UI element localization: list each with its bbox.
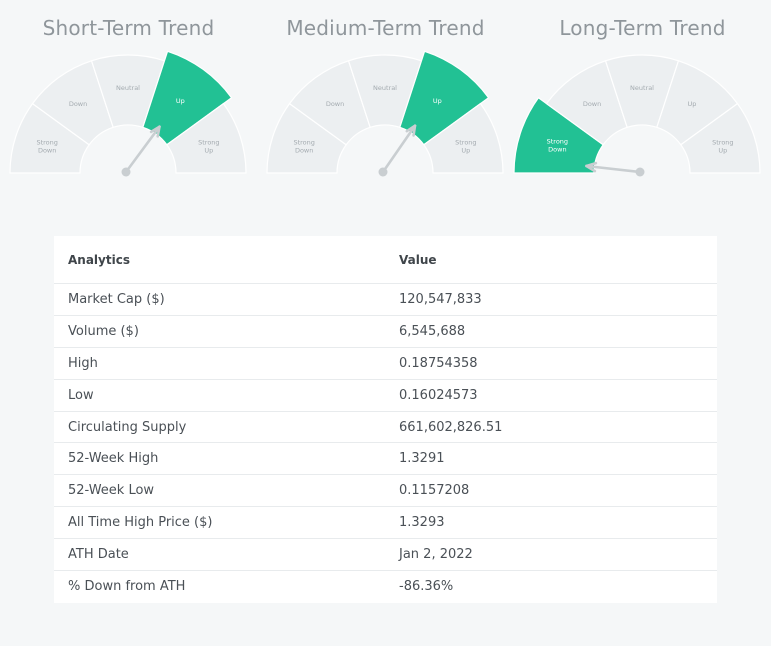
- table-row: Low 0.16024573: [54, 380, 717, 412]
- metric-label: Low: [68, 387, 94, 403]
- segment-label: Strong Down: [36, 139, 57, 155]
- table-row: % Down from ATH -86.36%: [54, 571, 717, 603]
- segment-label: Down: [69, 100, 87, 108]
- metric-label: 52-Week Low: [68, 483, 155, 499]
- segment-label: Neutral: [630, 84, 654, 92]
- gauge-needle: [124, 125, 161, 174]
- segment-label: Up: [433, 97, 442, 105]
- metric-value: 0.1157208: [399, 483, 470, 499]
- metric-label: % Down from ATH: [68, 579, 186, 595]
- table-row: ATH Date Jan 2, 2022: [54, 539, 717, 572]
- metric-value: Jan 2, 2022: [399, 547, 473, 563]
- gauge-dial: Strong DownDownNeutralUpStrong Up: [513, 54, 761, 177]
- analytics-table: Analytics Value Market Cap ($) 120,547,83…: [54, 236, 717, 603]
- segment-label: Down: [326, 100, 344, 108]
- long-term-gauge: Long-Term Trend Strong Down Down Neutral Up S…: [513, 0, 771, 200]
- table-header: Analytics Value: [54, 236, 717, 284]
- gauge-dial: Strong DownDownNeutralUpStrong Up: [9, 50, 247, 177]
- metric-label: All Time High Price ($): [68, 515, 213, 531]
- short-term-gauge: Short-Term Trend Strong Down Down Neutral Up…: [0, 0, 257, 200]
- metric-value: 120,547,833: [399, 291, 482, 307]
- gauge-needle: [381, 124, 417, 174]
- metric-label: ATH Date: [68, 547, 129, 563]
- metric-label: Volume ($): [68, 323, 139, 339]
- metric-value: 1.3291: [399, 451, 445, 467]
- medium-term-gauge: Medium-Term Trend Strong Down Down Neutral U…: [257, 0, 514, 200]
- segment-label: Up: [176, 97, 185, 105]
- header-analytics: Analytics: [68, 252, 130, 267]
- metric-value: 0.18754358: [399, 355, 478, 371]
- segment-label: Neutral: [116, 84, 140, 92]
- table-row: Volume ($) 6,545,688: [54, 316, 717, 348]
- gauge-dial: Strong DownDownNeutralUpStrong Up: [266, 50, 504, 177]
- header-value: Value: [399, 252, 437, 267]
- metric-value: 0.16024573: [399, 387, 478, 403]
- needle-hub: [635, 167, 645, 177]
- needle-hub: [121, 167, 131, 177]
- table-row: Circulating Supply 661,602,826.51: [54, 412, 717, 444]
- table-row: 52-Week Low 0.1157208: [54, 475, 717, 508]
- metric-value: 1.3293: [399, 515, 445, 531]
- needle-hub: [378, 167, 388, 177]
- segment-label: Neutral: [373, 84, 397, 92]
- table-row: Market Cap ($) 120,547,833: [54, 284, 717, 316]
- metric-label: High: [68, 355, 98, 371]
- table-body: Market Cap ($) 120,547,833 Volume ($) 6,545…: [54, 284, 717, 603]
- segment-label: Up: [688, 100, 697, 108]
- segment-label: Strong Down: [547, 137, 568, 153]
- table-row: High 0.18754358: [54, 348, 717, 380]
- metric-value: 6,545,688: [399, 323, 466, 339]
- table-row: All Time High Price ($) 1.3293: [54, 507, 717, 540]
- metric-value: 661,602,826.51: [399, 419, 503, 435]
- segment-label: Down: [583, 100, 601, 108]
- metric-value: -86.36%: [399, 579, 454, 595]
- metric-label: 52-Week High: [68, 451, 159, 467]
- metric-label: Circulating Supply: [68, 419, 187, 435]
- metric-label: Market Cap ($): [68, 291, 165, 307]
- segment-label: Strong Down: [293, 139, 314, 155]
- table-row: 52-Week High 1.3291: [54, 443, 717, 476]
